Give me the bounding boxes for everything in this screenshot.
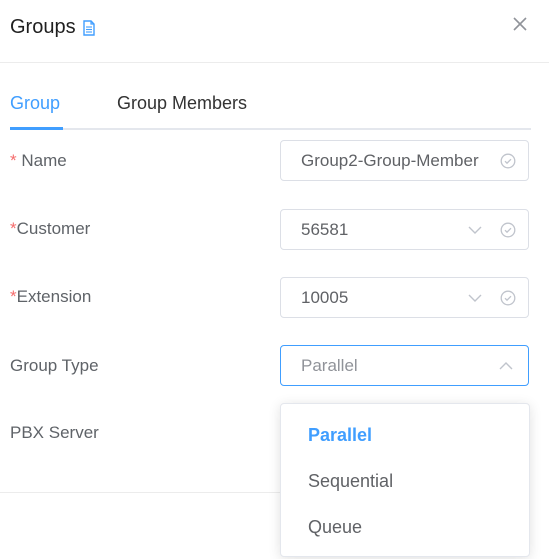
dialog-title: Groups (10, 16, 96, 39)
chevron-down-icon (468, 294, 482, 302)
document-icon[interactable] (82, 19, 96, 36)
customer-select-value: 56581 (301, 220, 349, 239)
chevron-down-icon (468, 226, 482, 234)
name-label: * Name (10, 151, 67, 171)
footer-divider (0, 492, 280, 493)
tab-group-members[interactable]: Group Members (117, 93, 247, 114)
extension-label: *Extension (10, 287, 91, 307)
option-sequential[interactable]: Sequential (308, 471, 393, 492)
group-type-dropdown: Parallel Sequential Queue (280, 403, 530, 557)
close-icon[interactable] (511, 15, 529, 33)
customer-label: *Customer (10, 219, 90, 239)
customer-label-text: Customer (16, 219, 91, 238)
pbx-server-label: PBX Server (10, 423, 99, 442)
tab-divider (10, 128, 531, 130)
group-type-select-value: Parallel (301, 356, 358, 375)
customer-select[interactable]: 56581 (280, 209, 529, 250)
tab-group[interactable]: Group (10, 93, 60, 114)
name-input-value: Group2-Group-Member (301, 151, 479, 170)
extension-label-text: Extension (16, 287, 92, 306)
dialog-title-text: Groups (10, 16, 76, 38)
check-circle-icon (500, 222, 516, 238)
required-mark: * (10, 219, 17, 238)
tab-bar: Group Group Members (10, 88, 531, 132)
tab-active-indicator (10, 127, 63, 130)
extension-select[interactable]: 10005 (280, 277, 529, 318)
name-label-text: Name (21, 151, 67, 170)
extension-select-value: 10005 (301, 288, 349, 307)
name-input[interactable]: Group2-Group-Member (280, 140, 529, 181)
group-type-label: Group Type (10, 356, 99, 375)
required-mark: * (10, 151, 22, 170)
option-parallel[interactable]: Parallel (308, 425, 372, 446)
option-queue[interactable]: Queue (308, 517, 362, 538)
check-circle-icon (500, 290, 516, 306)
required-mark: * (10, 287, 17, 306)
group-type-select[interactable]: Parallel (280, 345, 529, 386)
check-circle-icon (500, 153, 516, 169)
dialog-header: Groups (0, 0, 549, 63)
chevron-up-icon (499, 362, 513, 370)
